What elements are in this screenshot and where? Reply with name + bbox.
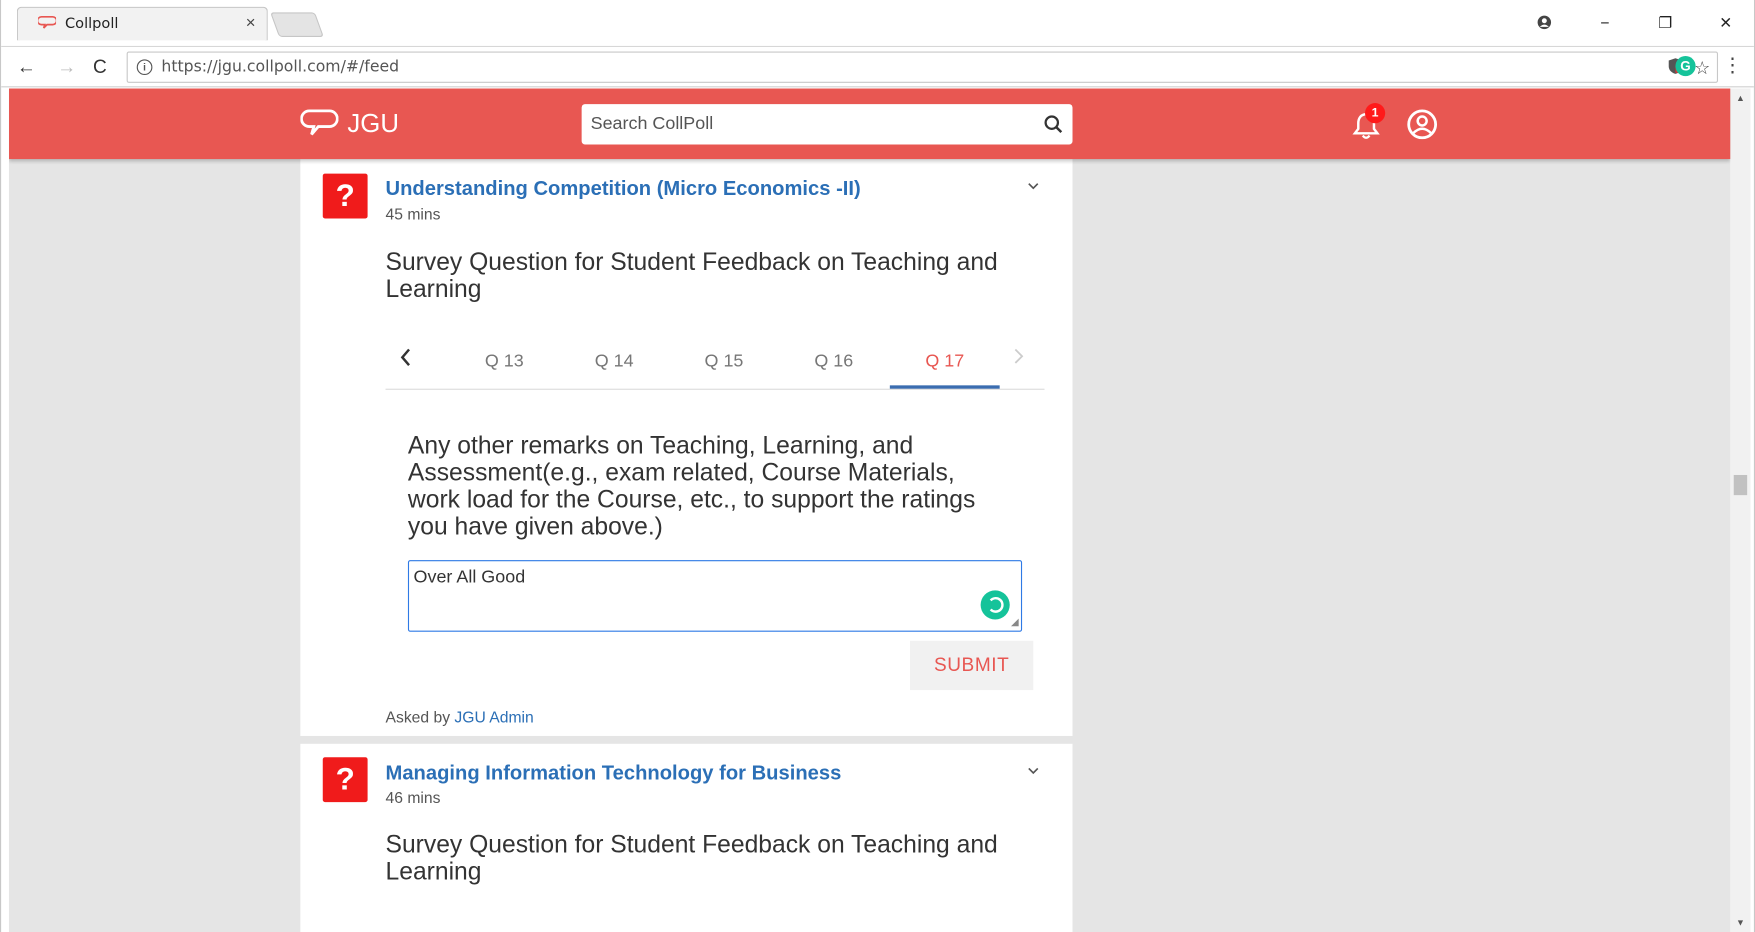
answer-textarea[interactable]: Over All Good (409, 561, 1021, 631)
scrollbar-thumb[interactable] (1733, 474, 1748, 496)
back-arrow-icon[interactable]: ← (17, 56, 36, 78)
app-header: JGU 1 (8, 88, 1731, 160)
tab-q15[interactable]: Q 15 (669, 352, 779, 372)
search-icon[interactable] (1043, 114, 1063, 134)
submit-button[interactable]: SUBMIT (910, 640, 1034, 691)
asked-by: Asked by JGU Admin (385, 707, 534, 726)
tab-q16[interactable]: Q 16 (779, 352, 889, 372)
browser-menu-icon[interactable]: ⋮ (1723, 54, 1743, 78)
survey-question-icon: ? (322, 173, 368, 219)
resize-handle-icon[interactable]: ◢ (1011, 616, 1019, 628)
browser-tab[interactable]: Collpoll × (16, 6, 268, 41)
survey-title: Survey Question for Student Feedback on … (385, 830, 998, 885)
tab-close-icon[interactable]: × (246, 13, 256, 32)
search-box (581, 104, 1073, 145)
bookmark-star-icon[interactable]: ☆ (1694, 57, 1710, 81)
collpoll-logo-icon (300, 109, 339, 136)
forward-arrow-icon[interactable]: → (57, 56, 76, 78)
restore-icon[interactable]: ❐ (1635, 0, 1696, 45)
course-title-link[interactable]: Understanding Competition (Micro Economi… (386, 177, 861, 201)
post-time: 46 mins (385, 788, 441, 807)
page-viewport: JGU 1 (8, 88, 1731, 932)
post-time: 45 mins (385, 204, 441, 223)
survey-title: Survey Question for Student Feedback on … (385, 247, 998, 303)
scroll-up-arrow-icon[interactable]: ▲ (1736, 93, 1745, 103)
brand-logo[interactable]: JGU (300, 108, 399, 139)
site-info-icon[interactable]: i (136, 59, 153, 76)
profile-button[interactable] (1406, 109, 1438, 146)
notifications-button[interactable]: 1 (1352, 103, 1386, 146)
window-controls: − ❐ ✕ (1514, 0, 1754, 45)
new-tab-button[interactable] (270, 12, 324, 37)
user-avatar-icon (1407, 109, 1438, 140)
answer-field: Over All Good ◢ (407, 560, 1023, 632)
notification-badge: 1 (1365, 103, 1386, 124)
scroll-down-arrow-icon[interactable]: ▼ (1736, 917, 1745, 927)
survey-question-icon: ? (322, 757, 368, 803)
minimize-icon[interactable]: − (1575, 0, 1636, 45)
grammarly-badge-icon[interactable] (980, 590, 1010, 620)
url-text: https://jgu.collpoll.com/#/feed (161, 58, 400, 77)
feed-card: ? Managing Information Technology for Bu… (300, 743, 1073, 932)
chevron-left-icon[interactable] (399, 347, 412, 374)
collpoll-logo-icon (38, 15, 57, 29)
chevron-right-icon[interactable] (1013, 347, 1024, 371)
tab-title: Collpoll (65, 15, 119, 33)
chevron-down-icon[interactable] (1028, 762, 1039, 779)
address-bar[interactable]: i https://jgu.collpoll.com/#/feed ☆ (126, 51, 1719, 83)
tab-q14[interactable]: Q 14 (559, 352, 669, 372)
grammarly-extension-icon[interactable]: G (1675, 56, 1696, 77)
brand-name: JGU (347, 108, 399, 138)
question-text: Any other remarks on Teaching, Learning,… (407, 431, 976, 540)
course-title-link[interactable]: Managing Information Technology for Busi… (386, 762, 842, 786)
active-tab-indicator (889, 385, 1000, 389)
author-link[interactable]: JGU Admin (454, 708, 533, 726)
tab-q13[interactable]: Q 13 (449, 352, 559, 372)
close-window-icon[interactable]: ✕ (1696, 0, 1754, 45)
chevron-down-icon[interactable] (1028, 177, 1039, 194)
feed-card: ? Understanding Competition (Micro Econo… (300, 159, 1073, 736)
question-tabs: Q 13 Q 14 Q 15 Q 16 Q 17 (385, 336, 1045, 390)
profile-icon[interactable] (1514, 0, 1575, 45)
page-scrollbar[interactable]: ▲ ▼ (1730, 88, 1751, 932)
browser-toolbar: ← → C i https://jgu.collpoll.com/#/feed … (1, 47, 1754, 88)
browser-tab-strip: Collpoll × − ❐ ✕ (1, 0, 1754, 48)
search-input[interactable] (581, 104, 1030, 145)
tab-q17[interactable]: Q 17 (890, 352, 1000, 372)
reload-icon[interactable]: C (93, 56, 107, 78)
